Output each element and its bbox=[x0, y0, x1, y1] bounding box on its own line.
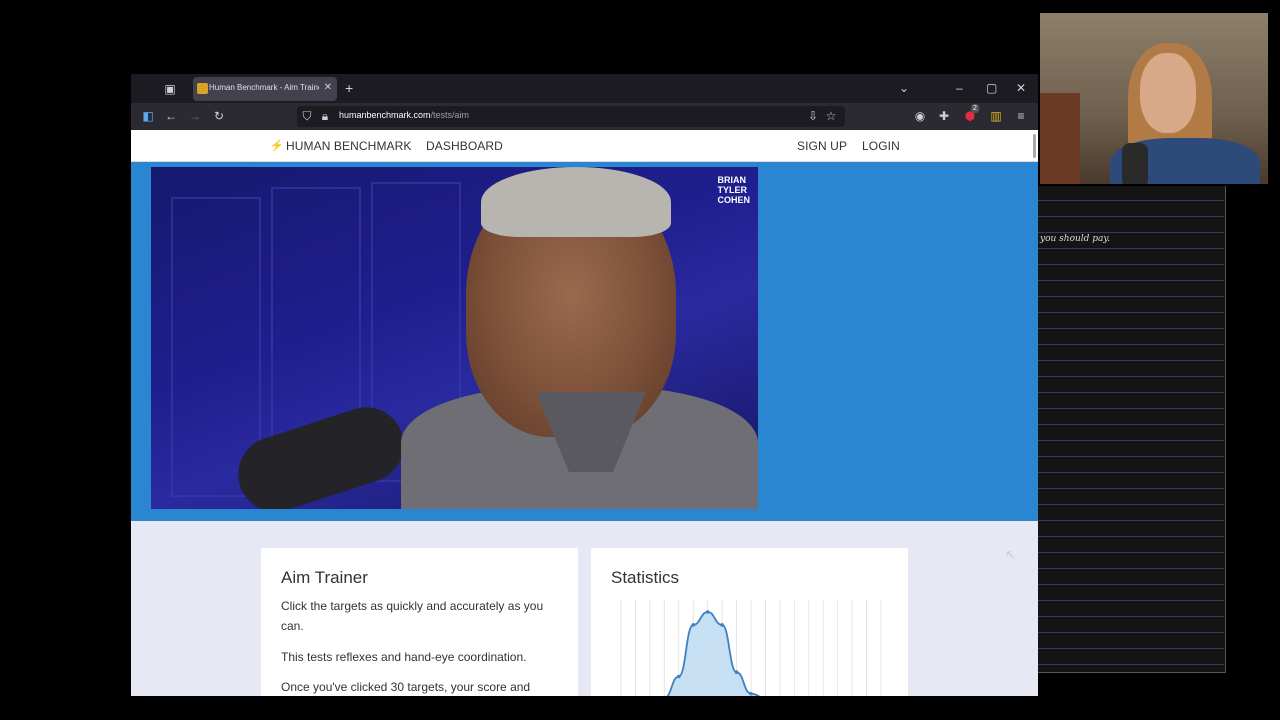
notepad-rule-line bbox=[1038, 440, 1224, 441]
notepad-rule-line bbox=[1038, 536, 1224, 537]
chart-point bbox=[720, 623, 724, 627]
statistics-title: Statistics bbox=[611, 568, 680, 587]
close-tab-icon[interactable]: ✕ bbox=[324, 82, 332, 94]
shield-icon[interactable]: ⛉ bbox=[299, 108, 315, 124]
notepad-rule-line bbox=[1038, 632, 1224, 633]
notepad-rule-line bbox=[1038, 600, 1224, 601]
chart-point bbox=[749, 691, 753, 696]
brand-link[interactable]: HUMAN BENCHMARK bbox=[286, 139, 412, 153]
url-text[interactable]: humanbenchmark.com/tests/aim bbox=[339, 110, 469, 120]
notepad-rule-line bbox=[1038, 312, 1224, 313]
url-bar[interactable]: ⛉ 🔒︎ humanbenchmark.com/tests/aim ⇩ ☆ bbox=[297, 106, 845, 127]
background-door bbox=[1040, 93, 1080, 184]
aim-trainer-card: Aim Trainer Click the targets as quickly… bbox=[261, 548, 578, 696]
chart-point bbox=[705, 610, 710, 614]
notepad-rule-line bbox=[1038, 360, 1224, 361]
login-link[interactable]: LOGIN bbox=[862, 139, 900, 153]
back-icon[interactable]: ← bbox=[163, 108, 179, 124]
mouse-cursor-icon: ↖ bbox=[1005, 547, 1016, 562]
notepad-rule-line bbox=[1038, 200, 1224, 201]
notepad-rule-line bbox=[1038, 568, 1224, 569]
aim-score-text: Once you've clicked 30 targets, your sco… bbox=[281, 680, 531, 694]
download-icon[interactable]: ⇩ bbox=[805, 108, 821, 124]
watermark-line: TYLER bbox=[717, 185, 747, 195]
notepad-rule-line bbox=[1038, 232, 1224, 233]
notepad-panel: you should pay. bbox=[1038, 186, 1226, 673]
notepad-rule-line bbox=[1038, 392, 1224, 393]
streamer-face bbox=[1140, 53, 1196, 133]
extension-badge: 2 bbox=[971, 104, 979, 113]
dashboard-link[interactable]: DASHBOARD bbox=[426, 139, 503, 153]
notepad-rule-line bbox=[1038, 296, 1224, 297]
minimize-icon[interactable]: – bbox=[956, 80, 963, 96]
notepad-rule-line bbox=[1038, 520, 1224, 521]
site-header: ⚡ HUMAN BENCHMARK DASHBOARD SIGN UP LOGI… bbox=[131, 130, 1038, 162]
tab-active[interactable]: Human Benchmark - Aim Trainer ✕ bbox=[193, 77, 337, 101]
sidebar-icon[interactable]: ◧ bbox=[140, 108, 156, 124]
browser-window: ▣ Human Benchmark - Aim Trainer ✕ + ⌄ – … bbox=[131, 74, 1038, 696]
signup-link[interactable]: SIGN UP bbox=[797, 139, 847, 153]
aim-description-line: can. bbox=[281, 619, 304, 633]
notepad-rule-line bbox=[1038, 552, 1224, 553]
notepad-rule-line bbox=[1038, 456, 1224, 457]
statistics-card: Statistics bbox=[591, 548, 908, 696]
notepad-rule-line bbox=[1038, 408, 1224, 409]
notepad-rule-line bbox=[1038, 584, 1224, 585]
aim-description: Click the targets as quickly and accurat… bbox=[281, 596, 543, 636]
handwritten-note: you should pay. bbox=[1040, 234, 1111, 244]
watermark-line: COHEN bbox=[717, 195, 750, 205]
video-overlay[interactable]: BRIAN TYLER COHEN bbox=[151, 167, 758, 509]
page-scrollbar[interactable] bbox=[1033, 134, 1036, 158]
notepad-rule-line bbox=[1038, 488, 1224, 489]
aim-description-line: Click the targets as quickly and accurat… bbox=[281, 599, 544, 613]
chart-point bbox=[676, 674, 681, 679]
maximize-icon[interactable]: ▢ bbox=[986, 80, 997, 96]
notepad-rule-line bbox=[1038, 248, 1224, 249]
notepad-rule-line bbox=[1038, 648, 1224, 649]
notepad-rule-line bbox=[1038, 376, 1224, 377]
lock-icon[interactable]: 🔒︎ bbox=[317, 108, 333, 124]
favicon-icon bbox=[197, 83, 208, 94]
speaker-hair bbox=[481, 167, 671, 237]
notepad-rule-line bbox=[1038, 280, 1224, 281]
account-icon[interactable]: ◉ bbox=[912, 108, 928, 124]
extensions-icon[interactable]: ✚ bbox=[936, 108, 952, 124]
chart-point bbox=[691, 623, 696, 627]
notepad-rule-line bbox=[1038, 504, 1224, 505]
bookmark-star-icon[interactable]: ☆ bbox=[823, 108, 839, 124]
reload-icon[interactable]: ↻ bbox=[211, 108, 227, 124]
streamer-microphone bbox=[1122, 143, 1148, 184]
close-window-icon[interactable]: ✕ bbox=[1016, 80, 1026, 96]
navigation-toolbar: ◧ ← → ↻ ⛉ 🔒︎ humanbenchmark.com/tests/ai… bbox=[131, 103, 1038, 130]
forward-icon[interactable]: → bbox=[187, 108, 203, 124]
notepad-rule-line bbox=[1038, 216, 1224, 217]
web-page: ⚡ HUMAN BENCHMARK DASHBOARD SIGN UP LOGI… bbox=[131, 130, 1038, 696]
notepad-rule-line bbox=[1038, 264, 1224, 265]
chart-point bbox=[734, 670, 739, 674]
bolt-logo-icon: ⚡ bbox=[270, 140, 284, 152]
tab-bar: ▣ Human Benchmark - Aim Trainer ✕ + ⌄ – … bbox=[131, 74, 1038, 103]
webcam-overlay bbox=[1040, 13, 1268, 184]
extension-bars-icon[interactable]: ▥ bbox=[988, 108, 1004, 124]
notepad-rule-line bbox=[1038, 616, 1224, 617]
tab-overview-icon[interactable]: ▣ bbox=[162, 81, 178, 97]
statistics-chart bbox=[620, 600, 882, 696]
aim-trainer-title: Aim Trainer bbox=[281, 568, 368, 587]
notepad-rule-line bbox=[1038, 664, 1224, 665]
menu-icon[interactable]: ≡ bbox=[1013, 108, 1029, 124]
tab-list-chevron-icon[interactable]: ⌄ bbox=[899, 80, 909, 96]
watermark-line: BRIAN bbox=[717, 175, 746, 185]
notepad-rule-line bbox=[1038, 424, 1224, 425]
channel-watermark: BRIAN TYLER COHEN bbox=[717, 175, 750, 205]
tab-title: Human Benchmark - Aim Trainer bbox=[209, 83, 319, 92]
extension-ublock-icon[interactable]: ⬢ 2 bbox=[962, 104, 979, 124]
notepad-rule-line bbox=[1038, 328, 1224, 329]
notepad-rule-line bbox=[1038, 472, 1224, 473]
notepad-rule-line bbox=[1038, 344, 1224, 345]
new-tab-icon[interactable]: + bbox=[345, 80, 353, 96]
aim-tests-text: This tests reflexes and hand-eye coordin… bbox=[281, 650, 527, 664]
